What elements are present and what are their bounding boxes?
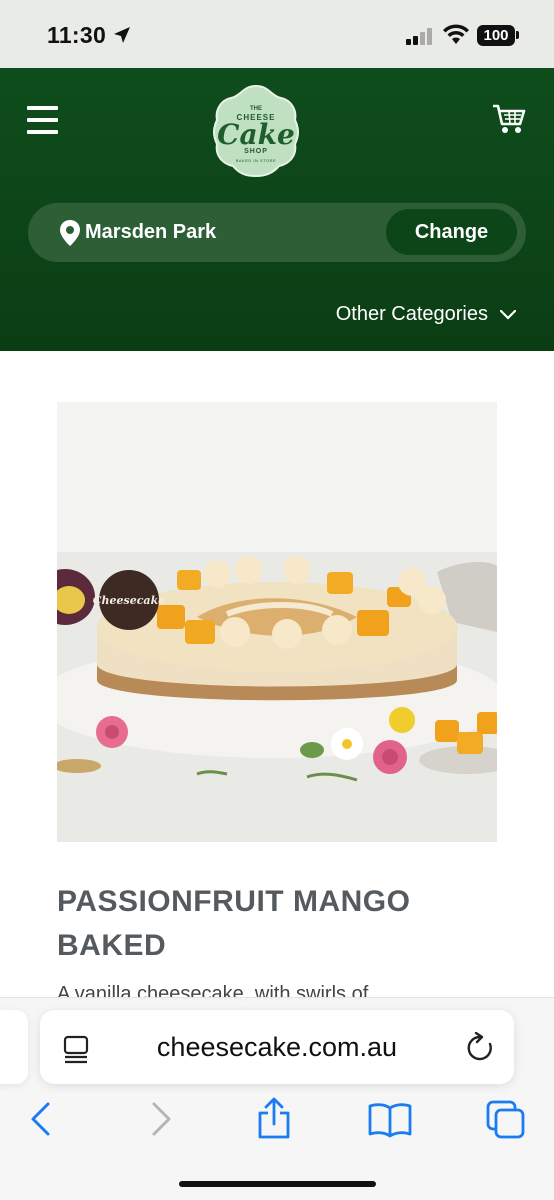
logo-shop: SHOP: [244, 148, 268, 155]
chevron-down-icon: [500, 309, 516, 320]
store-selector: Marsden Park Change: [28, 203, 526, 262]
battery-icon: 100: [477, 25, 515, 46]
location-arrow-icon: [114, 27, 130, 43]
back-icon[interactable]: [28, 1102, 54, 1136]
status-time: 11:30: [47, 22, 107, 48]
forward-icon[interactable]: [148, 1102, 174, 1136]
cheesecake-illustration: Cheesecake: [57, 402, 497, 842]
other-categories-dropdown[interactable]: Other Categories: [336, 303, 516, 326]
home-indicator: [179, 1181, 376, 1187]
status-bar: 11:30 100: [0, 0, 554, 68]
wifi-icon: [443, 24, 469, 44]
other-categories-label: Other Categories: [335, 303, 488, 325]
product-title: PASSIONFRUIT MANGO BAKED: [57, 885, 411, 962]
hamburger-menu-icon[interactable]: [27, 104, 59, 136]
change-store-button[interactable]: Change: [386, 209, 517, 255]
previous-tab-peek[interactable]: [0, 1010, 28, 1084]
logo-tagline: BAKED IN STORE: [235, 158, 277, 163]
cellular-signal-icon: [406, 28, 432, 45]
share-icon[interactable]: [256, 1096, 292, 1140]
safari-toolbar: cheesecake.com.au: [0, 997, 554, 1200]
cheesecake-shop-logo[interactable]: THE CHEESE Cake SHOP BAKED IN STORE: [211, 84, 301, 178]
bookmarks-icon[interactable]: [368, 1102, 412, 1138]
battery-cap: [516, 31, 519, 39]
address-bar[interactable]: cheesecake.com.au: [40, 1010, 514, 1084]
product-image[interactable]: Cheesecake: [57, 402, 497, 842]
screen: 11:30 100 THE CHEESE Cake SHOP BAKED IN …: [0, 0, 554, 1200]
tabs-icon[interactable]: [486, 1100, 526, 1140]
reload-icon[interactable]: [466, 1032, 496, 1064]
shopping-cart-icon[interactable]: [492, 102, 526, 136]
map-pin-icon: [60, 220, 80, 246]
store-name: Marsden Park: [85, 221, 217, 243]
site-header: THE CHEESE Cake SHOP BAKED IN STORE Mars…: [0, 68, 554, 351]
logo-cake: Cake: [217, 118, 295, 151]
svg-text:Cheesecake: Cheesecake: [93, 594, 165, 607]
url-text: cheesecake.com.au: [156, 1032, 398, 1062]
logo-the: THE: [250, 106, 262, 112]
